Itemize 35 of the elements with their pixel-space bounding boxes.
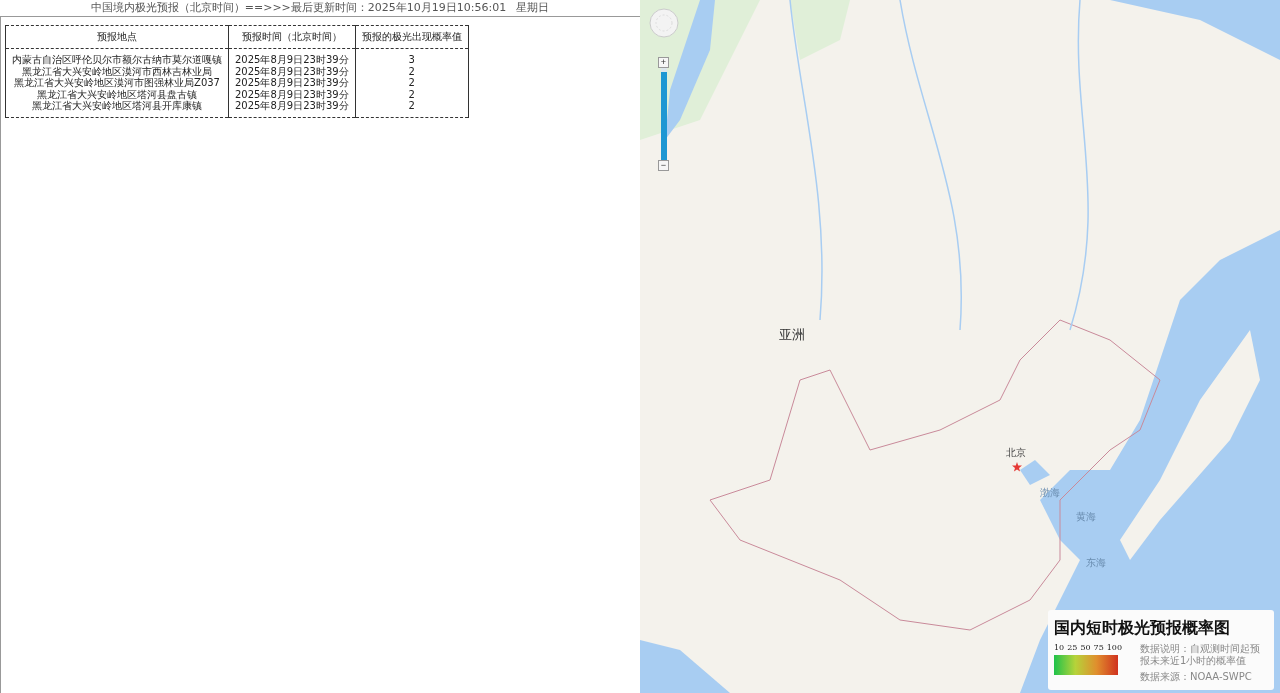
table-cell: 2025年8月9日23时39分 (228, 88, 356, 100)
column-header: 预报的极光出现概率值 (355, 25, 469, 49)
table-cell: 2 (355, 77, 469, 89)
table-cell: 2 (355, 100, 469, 117)
table-cell: 2025年8月9日23时39分 (228, 65, 356, 77)
color-scale-bar (1054, 655, 1118, 675)
continent-label: 亚洲 (779, 326, 805, 344)
scale-label: 10 (1054, 643, 1065, 652)
scale-label: 25 (1067, 643, 1078, 652)
scale-label: 75 (1093, 643, 1104, 652)
legend-note: 数据说明：自观测时间起预报未来近1小时的概率值 (1140, 643, 1261, 667)
table-cell: 内蒙古自治区呼伦贝尔市额尔古纳市莫尔道嘎镇 (5, 48, 229, 66)
scale-label: 100 (1106, 643, 1123, 652)
table-cell: 黑龙江省大兴安岭地区塔河县盘古镇 (5, 88, 229, 100)
star-icon (1012, 462, 1022, 472)
table-cell: 2025年8月9日23时39分 (228, 77, 356, 89)
table-cell: 2025年8月9日23时39分 (228, 100, 356, 117)
table-cell: 2025年8月9日23时39分 (228, 48, 356, 66)
table-cell: 2 (355, 88, 469, 100)
table-cell: 3 (355, 48, 469, 66)
sea-label: 渤海 (1040, 486, 1060, 500)
weekday-text: 星期日 (516, 0, 550, 16)
data-source-text: 数据来源：NOAA-SWPC (1140, 671, 1253, 683)
column-header: 预报时间（北京时间） (228, 25, 356, 49)
table-cell: 2 (355, 65, 469, 77)
table-cell: 黑龙江省大兴安岭地区漠河市西林吉林业局 (5, 65, 229, 77)
legend-title: 国内短时极光预报概率图 (1054, 618, 1231, 639)
scale-label: 50 (1080, 643, 1091, 652)
page-title: 中国境内极光预报（北京时间）==>>>最后更新时间：2025年10月19日10:56:01 (90, 0, 507, 16)
column-header: 预报地点 (5, 25, 229, 49)
table-cell: 黑龙江省大兴安岭地区漠河市图强林业局Z037 (5, 77, 229, 89)
table-cell: 黑龙江省大兴安岭地区塔河县开库康镇 (5, 100, 229, 117)
city-label: 北京 (1006, 446, 1026, 460)
zoom-out-button[interactable]: − (658, 160, 669, 171)
zoom-in-button[interactable]: + (658, 57, 669, 68)
